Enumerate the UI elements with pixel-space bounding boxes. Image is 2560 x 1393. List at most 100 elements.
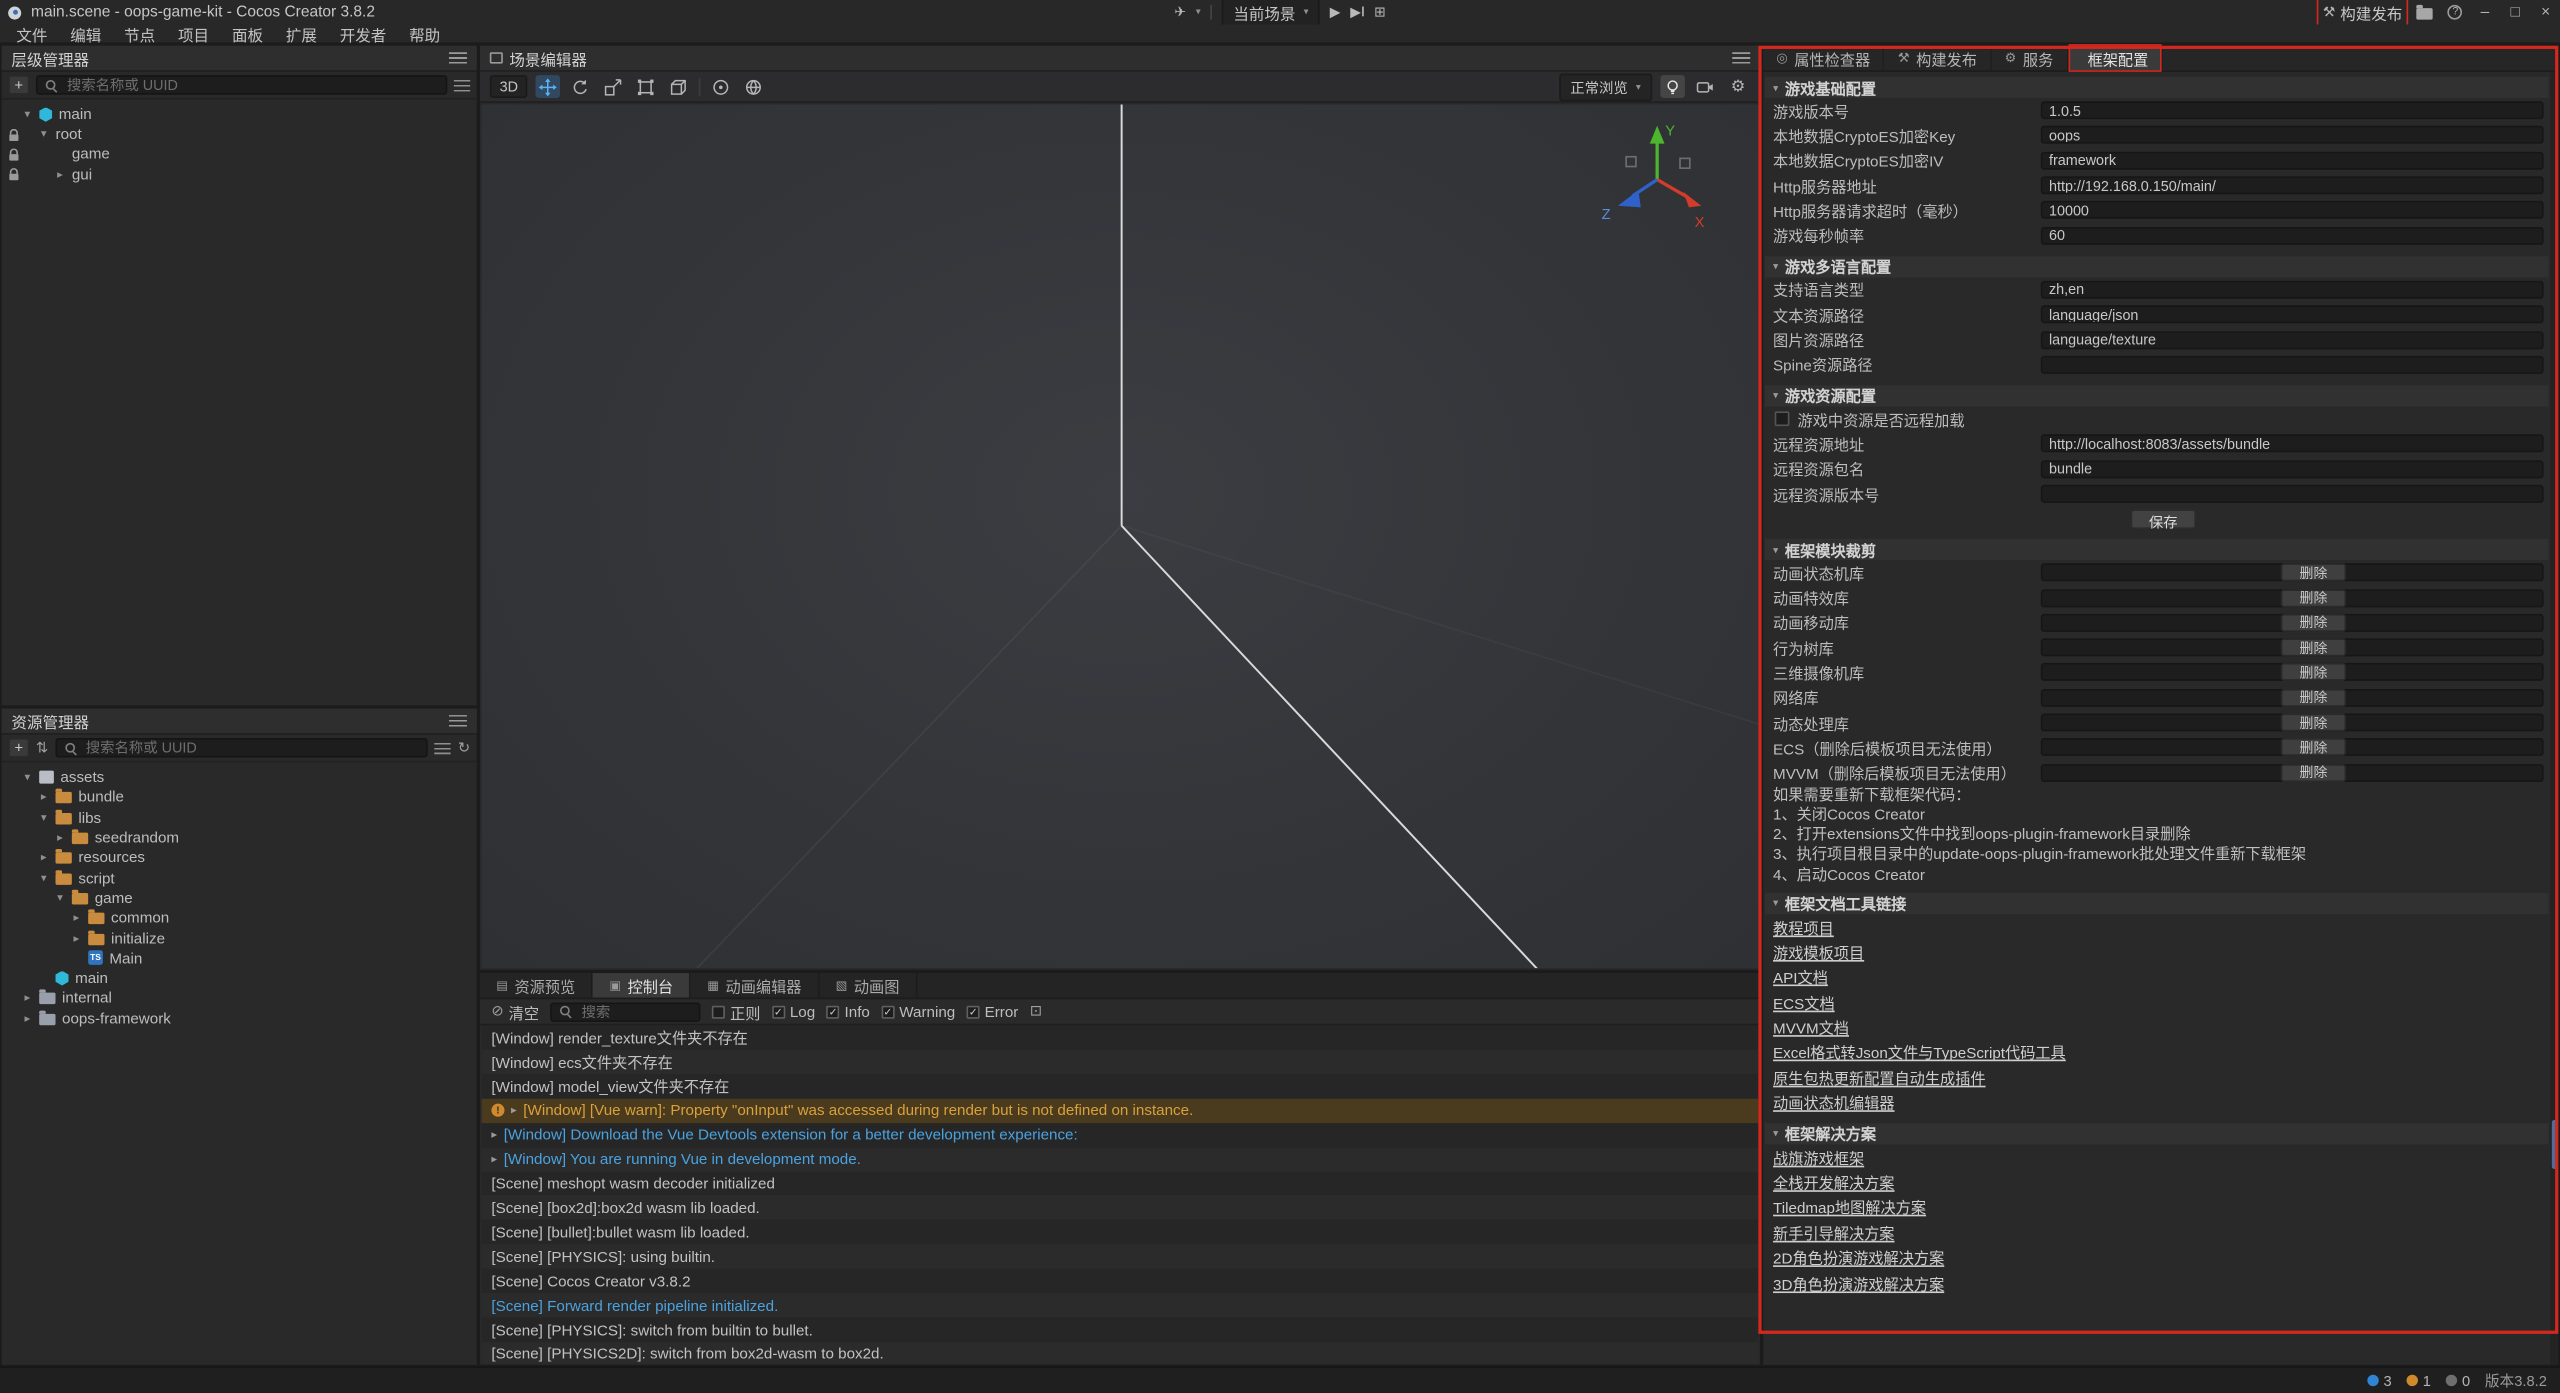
save-button[interactable]: 保存 xyxy=(2131,510,2196,530)
log-row[interactable]: ! ▸ [Scene] [PHYSICS2D]: switch from box… xyxy=(482,1342,1759,1363)
tree-node[interactable]: root xyxy=(2,124,477,144)
expand-arrow-icon[interactable] xyxy=(41,851,56,864)
field-input[interactable] xyxy=(2041,356,2544,374)
export-log-icon[interactable]: ⊡ xyxy=(1030,1002,1042,1020)
tree-node[interactable]: resources xyxy=(2,848,477,868)
menu-item[interactable]: 节点 xyxy=(113,22,167,45)
hierarchy-search-input[interactable] xyxy=(64,75,440,95)
inspector-tab[interactable]: ⚒ 构建发布 xyxy=(1885,46,1992,70)
tree-node[interactable]: internal xyxy=(2,988,477,1008)
expand-arrow-icon[interactable] xyxy=(57,831,72,844)
hierarchy-filter-icon[interactable] xyxy=(454,79,470,90)
log-row[interactable]: ! ▸ [Window] ecs文件夹不存在 xyxy=(482,1050,1759,1074)
log-row[interactable]: ! ▸ [Scene] Forward render pipeline init… xyxy=(482,1293,1759,1317)
tree-node[interactable]: bundle xyxy=(2,787,477,807)
log-filter-toggle[interactable]: Error xyxy=(967,1003,1019,1019)
log-row[interactable]: ! ▸ [Scene] [bullet]:bullet wasm lib loa… xyxy=(482,1220,1759,1244)
doc-link[interactable]: MVVM文档 xyxy=(1773,1016,1849,1039)
current-scene-select[interactable]: 当前场景 ▾ xyxy=(1222,0,1320,27)
coordinate-toggle-icon[interactable] xyxy=(742,75,766,98)
tree-node[interactable]: TS Main xyxy=(2,948,477,968)
assets-search[interactable] xyxy=(55,738,429,758)
regex-toggle[interactable]: 正则 xyxy=(712,1000,760,1023)
log-filter-toggle[interactable]: Log xyxy=(772,1003,815,1019)
expand-arrow-icon[interactable] xyxy=(41,128,56,141)
lock-icon[interactable] xyxy=(8,148,19,164)
create-asset-button[interactable]: + xyxy=(8,738,29,758)
filter-checkbox[interactable] xyxy=(827,1005,840,1018)
field-input[interactable] xyxy=(2041,281,2544,299)
menu-item[interactable]: 帮助 xyxy=(398,22,452,45)
doc-link[interactable]: 2D角色扮演游戏解决方案 xyxy=(1773,1246,1944,1269)
section-header-basic[interactable]: ▾ 游戏基础配置 xyxy=(1765,77,2549,98)
delete-module-button[interactable]: 删除 xyxy=(2281,564,2346,582)
expand-chevron-icon[interactable]: ▸ xyxy=(491,1153,497,1166)
menu-item[interactable]: 开发者 xyxy=(328,22,397,45)
delete-module-button[interactable]: 删除 xyxy=(2281,664,2346,682)
field-input[interactable] xyxy=(2041,101,2544,119)
error-counter[interactable]: 0 xyxy=(2446,1372,2471,1388)
tree-node[interactable]: common xyxy=(2,908,477,928)
lock-icon[interactable] xyxy=(8,168,19,184)
menu-item[interactable]: 编辑 xyxy=(59,22,113,45)
hierarchy-menu-icon[interactable] xyxy=(449,52,467,63)
create-node-button[interactable]: + xyxy=(8,75,29,95)
expand-arrow-icon[interactable] xyxy=(24,771,39,784)
hierarchy-search[interactable] xyxy=(36,75,447,95)
expand-chevron-icon[interactable]: ▸ xyxy=(511,1104,517,1117)
refresh-assets-icon[interactable]: ↻ xyxy=(458,739,470,757)
move-tool-icon[interactable] xyxy=(536,75,560,98)
lock-icon[interactable] xyxy=(8,128,19,144)
menu-item[interactable]: 面板 xyxy=(221,22,275,45)
3d-2d-toggle[interactable]: 3D xyxy=(490,75,528,98)
project-folder-icon[interactable] xyxy=(2417,7,2433,18)
delete-module-button[interactable]: 删除 xyxy=(2281,714,2346,732)
inspector-tab[interactable]: 框架配置 xyxy=(2068,46,2163,70)
orientation-gizmo[interactable]: Y X Z xyxy=(1598,114,1716,232)
log-row[interactable]: ! ▸ [Scene] Cocos Creator v3.8.2 xyxy=(482,1269,1759,1293)
scale-tool-icon[interactable] xyxy=(601,75,625,98)
filter-checkbox[interactable] xyxy=(967,1005,980,1018)
tree-node[interactable]: main xyxy=(2,104,477,124)
log-row[interactable]: ! ▸ [Scene] [PHYSICS]: switch from built… xyxy=(482,1318,1759,1342)
delete-module-button[interactable]: 删除 xyxy=(2281,639,2346,657)
tree-node[interactable]: game xyxy=(2,888,477,908)
field-input[interactable] xyxy=(2041,435,2544,453)
log-filter-toggle[interactable]: Warning xyxy=(881,1003,955,1019)
assets-search-input[interactable] xyxy=(83,738,421,758)
expand-chevron-icon[interactable]: ▸ xyxy=(491,1128,497,1141)
doc-link[interactable]: Excel格式转Json文件与TypeScript代码工具 xyxy=(1773,1041,2066,1064)
section-header-res[interactable]: ▾ 游戏资源配置 xyxy=(1765,385,2549,406)
log-row[interactable]: ! ▸ [Window] render_texture文件夹不存在 xyxy=(482,1025,1759,1049)
expand-arrow-icon[interactable] xyxy=(41,811,56,824)
doc-link[interactable]: 战旗游戏框架 xyxy=(1773,1146,1864,1169)
pivot-toggle-icon[interactable] xyxy=(709,75,733,98)
scene-light-toggle-icon[interactable] xyxy=(1660,75,1684,98)
tree-node[interactable]: oops-framework xyxy=(2,1008,477,1028)
build-publish-button[interactable]: ⚒ 构建发布 xyxy=(2323,1,2402,24)
tree-node[interactable]: assets xyxy=(2,767,477,787)
scene-settings-gear-icon[interactable]: ⚙ xyxy=(1726,75,1750,98)
scene-viewport[interactable]: Y X Z xyxy=(482,104,1759,968)
log-row[interactable]: ! ▸ [Scene] [box2d]:box2d wasm lib loade… xyxy=(482,1196,1759,1220)
console-search-input[interactable] xyxy=(578,1002,692,1022)
section-header-modules[interactable]: ▾ 框架模块裁剪 xyxy=(1765,539,2549,560)
help-icon[interactable]: ? xyxy=(2448,5,2463,20)
expand-arrow-icon[interactable] xyxy=(41,791,56,804)
doc-link[interactable]: 动画状态机编辑器 xyxy=(1773,1091,1894,1114)
scene-menu-icon[interactable] xyxy=(1732,52,1750,63)
minimize-button[interactable]: – xyxy=(2477,3,2492,21)
expand-arrow-icon[interactable] xyxy=(73,911,88,924)
rotate-tool-icon[interactable] xyxy=(569,75,593,98)
assets-filter-icon[interactable] xyxy=(435,742,451,753)
field-input[interactable] xyxy=(2041,226,2544,244)
inspector-tab[interactable]: ⚙ 服务 xyxy=(1992,46,2068,70)
tree-node[interactable]: seedrandom xyxy=(2,828,477,848)
transform-gizmo-icon[interactable] xyxy=(667,75,691,98)
doc-link[interactable]: 全栈开发解决方案 xyxy=(1773,1171,1894,1194)
expand-arrow-icon[interactable] xyxy=(24,1012,39,1025)
section-header-solutions[interactable]: ▾ 框架解决方案 xyxy=(1765,1123,2549,1144)
expand-arrow-icon[interactable] xyxy=(41,871,56,884)
delete-module-button[interactable]: 删除 xyxy=(2281,739,2346,757)
tree-node[interactable]: initialize xyxy=(2,928,477,948)
